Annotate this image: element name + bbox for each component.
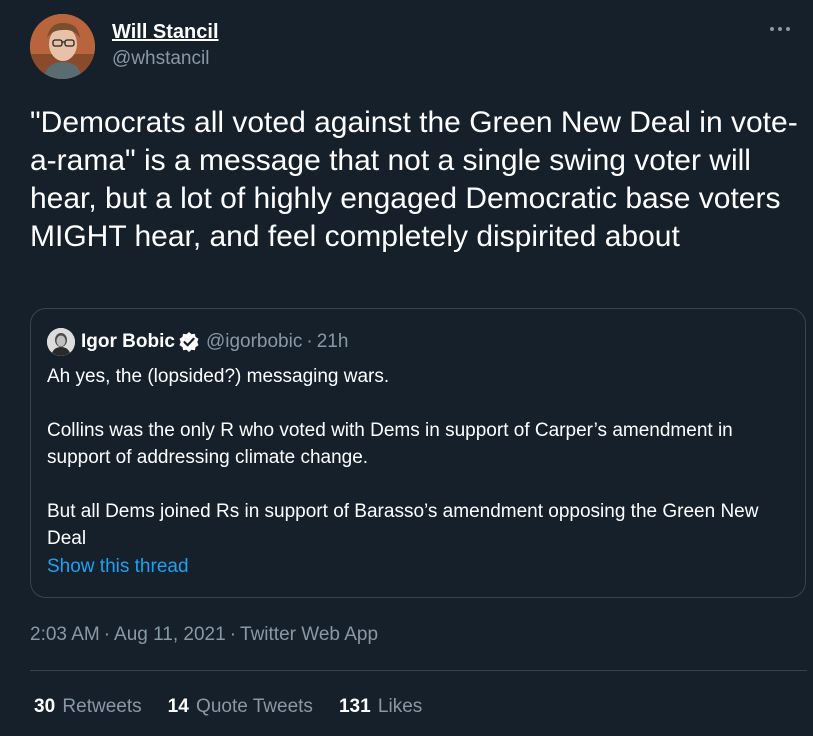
retweets-stat[interactable]: 30 Retweets xyxy=(34,694,142,720)
quoted-author-avatar xyxy=(47,328,75,356)
divider xyxy=(30,670,807,671)
quoted-timestamp[interactable]: 21h xyxy=(317,331,349,353)
quoted-tweet-text: Ah yes, the (lopsided?) messaging wars. … xyxy=(47,363,797,552)
quote-tweets-count: 14 xyxy=(167,696,189,717)
author-handle[interactable]: @whstancil xyxy=(112,47,219,71)
quoted-tweet[interactable]: Igor Bobic @igorbobic · 21h Ah yes, the … xyxy=(30,308,806,598)
tweet-metadata: 2:03 AM · Aug 11, 2021 · Twitter Web App xyxy=(30,622,378,648)
meta-separator: · xyxy=(103,624,111,645)
meta-separator: · xyxy=(229,624,237,645)
engagement-stats: 30 Retweets 14 Quote Tweets 131 Likes xyxy=(34,694,448,720)
quoted-author-handle: @igorbobic xyxy=(205,331,303,352)
quoted-dot-separator: · xyxy=(306,331,313,352)
quoted-author-name: Igor Bobic xyxy=(81,331,175,352)
tweet-text: "Democrats all voted against the Green N… xyxy=(30,106,798,253)
quote-tweets-label: Quote Tweets xyxy=(196,696,313,717)
quoted-paragraph: Collins was the only R who voted with De… xyxy=(47,420,733,468)
retweets-label: Retweets xyxy=(62,696,142,717)
quoted-tweet-header: Igor Bobic @igorbobic · 21h xyxy=(47,327,348,357)
author-display-name[interactable]: Will Stancil xyxy=(112,20,219,44)
verified-badge-icon xyxy=(178,331,200,353)
tweet-source-app[interactable]: Twitter Web App xyxy=(240,624,378,645)
show-thread-link[interactable]: Show this thread xyxy=(47,553,189,580)
likes-count: 131 xyxy=(338,696,371,717)
tweet: Will Stancil @whstancil "Democrats all v… xyxy=(0,0,813,736)
tweet-time[interactable]: 2:03 AM xyxy=(30,624,100,645)
quoted-paragraph: Ah yes, the (lopsided?) messaging wars. xyxy=(47,366,390,387)
author-avatar[interactable] xyxy=(30,14,95,79)
likes-stat[interactable]: 131 Likes xyxy=(339,694,422,720)
retweets-count: 30 xyxy=(34,696,56,717)
tweet-header: Will Stancil @whstancil xyxy=(30,14,793,80)
quote-tweets-stat[interactable]: 14 Quote Tweets xyxy=(168,694,313,720)
tweet-date[interactable]: Aug 11, 2021 xyxy=(114,624,226,645)
likes-label: Likes xyxy=(377,696,423,717)
quoted-paragraph: But all Dems joined Rs in support of Bar… xyxy=(47,501,759,549)
more-horizontal-icon[interactable] xyxy=(767,18,793,40)
author-names: Will Stancil @whstancil xyxy=(112,20,219,71)
